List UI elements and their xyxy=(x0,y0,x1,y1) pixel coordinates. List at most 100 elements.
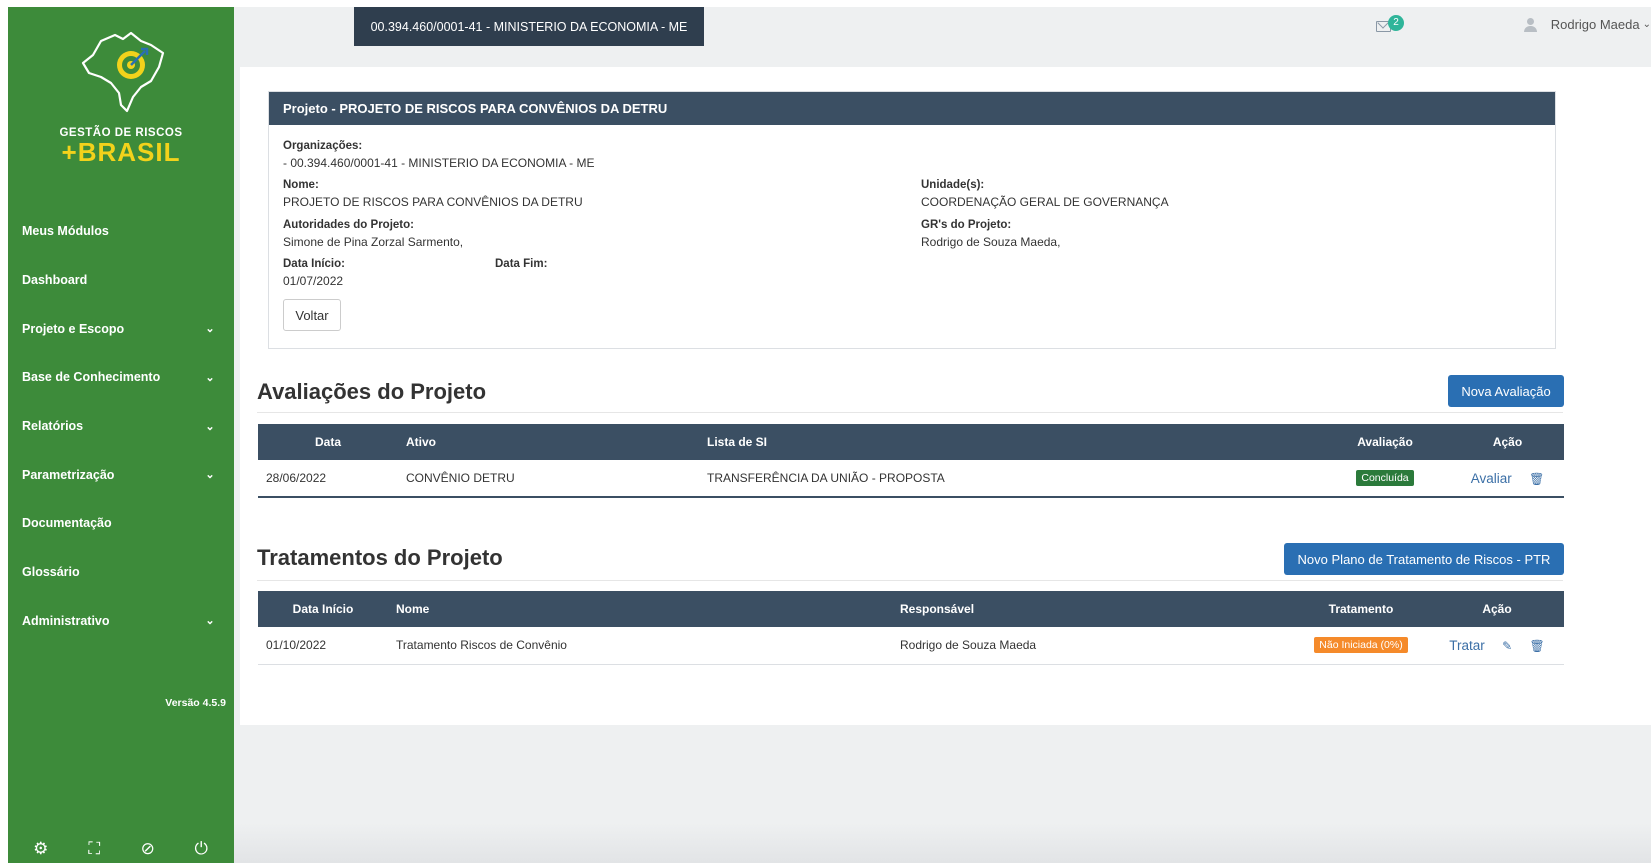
sidebar-item-label: Dashboard xyxy=(22,273,88,288)
field-value: PROJETO DE RISCOS PARA CONVÊNIOS DA DETR… xyxy=(283,195,583,209)
sidebar-item-meus-modulos[interactable]: Meus Módulos xyxy=(8,207,234,256)
evaluation-asset: CONVÊNIO DETRU xyxy=(406,471,515,485)
logo-brand: +BRASIL xyxy=(61,137,181,167)
column-header: Ação xyxy=(1482,602,1512,616)
start-date-field: Data Início: 01/07/2022 xyxy=(283,258,345,288)
evaluation-list: TRANSFERÊNCIA DA UNIÃO - PROPOSTA xyxy=(707,471,945,485)
treatment-status-cell: Não Iniciada (0%) xyxy=(1292,627,1430,664)
column-header[interactable]: Avaliação xyxy=(1319,424,1451,460)
sidebar-item-dashboard[interactable]: Dashboard xyxy=(8,256,234,305)
status-badge: Não Iniciada (0%) xyxy=(1314,637,1408,654)
column-header: Ação xyxy=(1492,435,1523,449)
field-label: Data Fim: xyxy=(495,258,548,270)
column-header[interactable]: Ativo xyxy=(398,424,699,460)
sidebar-item-label: Administrativo xyxy=(22,613,110,628)
back-button[interactable]: Voltar xyxy=(283,299,341,331)
section-divider xyxy=(257,412,1563,413)
sidebar-item-label: Base de Conhecimento xyxy=(22,370,161,385)
chevron-down-icon: ⌄ xyxy=(205,371,215,384)
trash-icon[interactable]: 🗑 xyxy=(1529,472,1544,486)
field-value: Rodrigo de Souza Maeda, xyxy=(921,235,1061,249)
sidebar-item-documentacao[interactable]: Documentação xyxy=(8,499,234,548)
end-date-field: Data Fim: xyxy=(495,258,547,270)
sidebar-item-administrativo[interactable]: Administrativo ⌄ xyxy=(8,597,234,646)
chevron-down-icon: ⌄ xyxy=(205,469,215,482)
name-field: Nome: PROJETO DE RISCOS PARA CONVÊNIOS D… xyxy=(283,179,583,209)
sidebar-footer: ⚙ ⛶ ⊘ ⏻ xyxy=(8,839,234,859)
eye-slash-icon[interactable]: ⊘ xyxy=(135,839,161,859)
sidebar-item-label: Meus Módulos xyxy=(22,224,109,239)
column-header[interactable]: Data xyxy=(258,424,398,460)
sidebar-item-relatorios[interactable]: Relatórios ⌄ xyxy=(8,402,234,451)
treatment-name: Tratamento Riscos de Convênio xyxy=(396,638,567,653)
organization-selector[interactable]: 00.394.460/0001-41 - MINISTERIO DA ECONO… xyxy=(354,7,704,46)
user-name: Rodrigo Maeda xyxy=(1550,17,1640,32)
project-card-body: Organizações: - 00.394.460/0001-41 - MIN… xyxy=(269,125,1555,349)
evaluations-table: Data Ativo Lista de SI Avaliação Ação 28… xyxy=(258,424,1564,498)
gear-icon[interactable]: ⚙ xyxy=(28,839,54,859)
treatment-date: 01/10/2022 xyxy=(266,638,327,653)
chevron-down-icon: ⌄ xyxy=(205,323,215,336)
column-header[interactable]: Tratamento xyxy=(1292,591,1430,627)
treatment-actions: Tratar ✎ 🗑 xyxy=(1430,627,1564,664)
user-menu[interactable]: Rodrigo Maeda ⌄ xyxy=(1523,17,1651,32)
sidebar-item-glossario[interactable]: Glossário xyxy=(8,548,234,597)
field-label: GR's do Projeto: xyxy=(921,219,1012,231)
chevron-down-icon: ⌄ xyxy=(205,615,215,628)
table-header-row: Data Início Nome Responsável Tratamento … xyxy=(258,591,1564,627)
table-row: 01/10/2022 Tratamento Riscos de Convênio… xyxy=(258,627,1564,664)
section-divider xyxy=(257,580,1563,581)
evaluation-status-cell: Concluída xyxy=(1319,460,1451,497)
user-icon xyxy=(1523,17,1537,32)
field-label: Organizações: xyxy=(283,140,363,152)
treatment-responsible: Rodrigo de Souza Maeda xyxy=(900,638,1037,653)
brazil-map-logo-icon xyxy=(81,31,165,113)
trash-icon[interactable]: 🗑 xyxy=(1530,639,1545,653)
chevron-down-icon: ⌄ xyxy=(205,420,215,433)
sidebar-item-base-conhecimento[interactable]: Base de Conhecimento ⌄ xyxy=(8,353,234,402)
new-evaluation-button[interactable]: Nova Avaliação xyxy=(1448,375,1564,407)
messages-count-badge: 2 xyxy=(1388,15,1404,31)
sidebar-item-parametrizacao[interactable]: Parametrização ⌄ xyxy=(8,450,234,499)
organizations-field: Organizações: - 00.394.460/0001-41 - MIN… xyxy=(283,140,594,170)
treatments-table: Data Início Nome Responsável Tratamento … xyxy=(258,591,1564,665)
evaluations-title: Avaliações do Projeto xyxy=(257,379,487,404)
main-content: Projeto - PROJETO DE RISCOS PARA CONVÊNI… xyxy=(240,67,1651,725)
column-header[interactable]: Nome xyxy=(388,591,892,627)
sidebar: GESTÃO DE RISCOS +BRASIL Meus Módulos Da… xyxy=(8,7,234,863)
column-header[interactable]: Responsável xyxy=(892,591,1292,627)
treat-link[interactable]: Tratar xyxy=(1449,638,1485,653)
sidebar-nav: Meus Módulos Dashboard Projeto e Escopo … xyxy=(8,207,234,645)
topbar: 00.394.460/0001-41 - MINISTERIO DA ECONO… xyxy=(234,7,1651,47)
field-value: - 00.394.460/0001-41 - MINISTERIO DA ECO… xyxy=(283,156,595,170)
table-header-row: Data Ativo Lista de SI Avaliação Ação xyxy=(258,424,1564,460)
evaluation-date: 28/06/2022 xyxy=(266,471,327,485)
evaluate-link[interactable]: Avaliar xyxy=(1471,471,1512,486)
field-value: 01/07/2022 xyxy=(283,274,344,288)
column-header[interactable]: Data Início xyxy=(258,591,388,627)
table-row: 28/06/2022 CONVÊNIO DETRU TRANSFERÊNCIA … xyxy=(258,460,1564,497)
version-label: Versão 4.5.9 xyxy=(165,697,226,709)
field-label: Nome: xyxy=(283,179,319,191)
app-window: GESTÃO DE RISCOS +BRASIL Meus Módulos Da… xyxy=(8,7,1651,863)
new-treatment-plan-button[interactable]: Novo Plano de Tratamento de Riscos - PTR xyxy=(1284,543,1564,575)
field-label: Data Início: xyxy=(283,258,345,270)
messages-button[interactable]: 2 xyxy=(1376,15,1410,39)
evaluation-actions: Avaliar 🗑 xyxy=(1451,460,1564,497)
sidebar-item-projeto-escopo[interactable]: Projeto e Escopo ⌄ xyxy=(8,304,234,353)
sidebar-item-label: Documentação xyxy=(22,516,112,531)
field-value: Simone de Pina Zorzal Sarmento, xyxy=(283,235,464,249)
field-value: COORDENAÇÃO GERAL DE GOVERNANÇA xyxy=(921,195,1169,209)
field-label: Unidade(s): xyxy=(921,179,985,191)
sidebar-item-label: Parametrização xyxy=(22,467,115,482)
chevron-down-icon: ⌄ xyxy=(1642,19,1651,30)
project-card: Projeto - PROJETO DE RISCOS PARA CONVÊNI… xyxy=(268,91,1556,349)
field-label: Autoridades do Projeto: xyxy=(283,219,414,231)
pencil-icon[interactable]: ✎ xyxy=(1502,639,1512,653)
power-icon[interactable]: ⏻ xyxy=(188,839,214,859)
column-header[interactable]: Lista de SI xyxy=(699,424,1319,460)
logo: GESTÃO DE RISCOS +BRASIL xyxy=(8,27,234,165)
fullscreen-icon[interactable]: ⛶ xyxy=(81,839,107,859)
status-badge: Concluída xyxy=(1356,470,1414,486)
sidebar-item-label: Relatórios xyxy=(22,419,84,434)
